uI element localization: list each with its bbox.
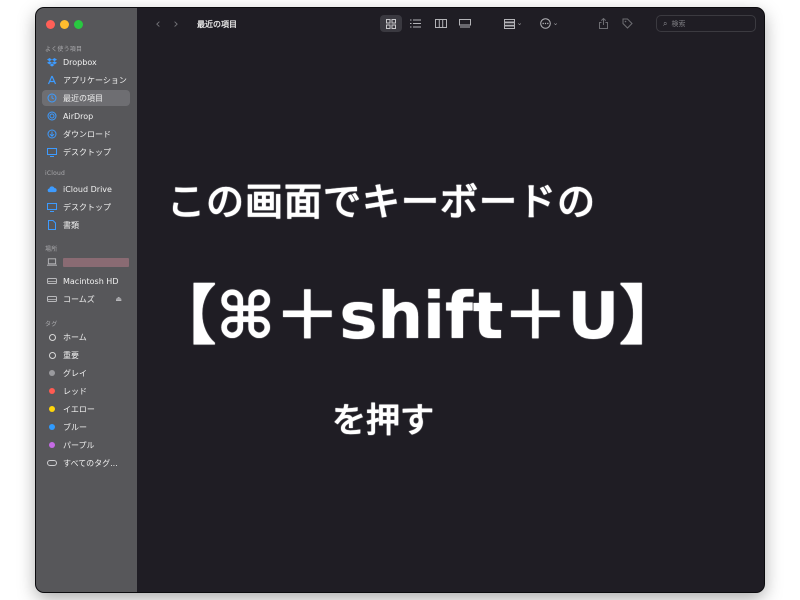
icon-view-button[interactable] xyxy=(380,15,402,32)
tag-yellow-icon xyxy=(47,404,57,414)
sidebar-item-label: パープル xyxy=(63,440,95,450)
clock-icon xyxy=(47,93,57,103)
tag-gray-icon xyxy=(47,368,57,378)
laptop-icon xyxy=(47,257,57,267)
window-title: 最近の項目 xyxy=(197,19,237,29)
group-button[interactable]: ⌄ xyxy=(502,15,524,32)
share-icon[interactable] xyxy=(592,15,614,32)
column-view-button[interactable] xyxy=(430,15,452,32)
search-icon: ⌕ xyxy=(663,18,668,28)
cloud-icon xyxy=(47,184,57,194)
minimize-button[interactable] xyxy=(60,20,69,29)
zoom-button[interactable] xyxy=(74,20,83,29)
tag-icon[interactable] xyxy=(616,15,638,32)
sidebar-item-label: イエロー xyxy=(63,404,95,414)
instruction-line-1: この画面でキーボードの xyxy=(167,180,597,224)
share-tag-group xyxy=(592,15,638,32)
airdrop-icon xyxy=(47,111,57,121)
finder-window: よく使う項目 Dropbox アプリケーション 最近の項目 AirDrop ダウ… xyxy=(36,8,764,592)
close-button[interactable] xyxy=(46,20,55,29)
sidebar-item-label: AirDrop xyxy=(63,111,94,121)
disk-icon xyxy=(47,276,57,286)
sidebar-item-all-tags[interactable]: すべてのタグ... xyxy=(42,455,130,471)
tag-purple-icon xyxy=(47,440,57,450)
sidebar-item-label: iCloud Drive xyxy=(63,184,112,194)
sidebar-item-tag-home[interactable]: ホーム xyxy=(42,329,130,345)
sidebar-section-icloud: iCloud xyxy=(45,170,66,177)
sidebar-item-label: 書類 xyxy=(63,220,79,230)
instruction-line-3: を押す xyxy=(332,401,434,441)
sidebar-item-tag-yellow[interactable]: イエロー xyxy=(42,401,130,417)
sidebar-item-dropbox[interactable]: Dropbox xyxy=(42,54,130,70)
tag-blue-icon xyxy=(47,422,57,432)
sidebar-item-label: デスクトップ xyxy=(63,147,111,157)
sidebar-section-favorites: よく使う項目 xyxy=(45,46,83,53)
download-icon xyxy=(47,129,57,139)
sidebar-item-icloud-drive[interactable]: iCloud Drive xyxy=(42,181,130,197)
content-area: この画面でキーボードの 【⌘＋shift＋U】 を押す xyxy=(137,40,764,592)
sidebar-item-computer[interactable] xyxy=(42,254,130,270)
sidebar-item-label: 最近の項目 xyxy=(63,93,103,103)
sidebar-item-label: コームズ xyxy=(63,294,95,304)
sidebar-item-macintosh-hd[interactable]: Macintosh HD xyxy=(42,273,130,289)
sidebar-item-tag-purple[interactable]: パープル xyxy=(42,437,130,453)
sidebar-item-recents[interactable]: 最近の項目 xyxy=(42,90,130,106)
sidebar-item-label: グレイ xyxy=(63,368,87,378)
sidebar-section-locations: 場所 xyxy=(45,246,58,253)
tag-empty-icon xyxy=(47,350,57,360)
dropbox-icon xyxy=(47,57,57,67)
forward-chevron-icon[interactable]: › xyxy=(169,18,183,31)
sidebar-item-label: デスクトップ xyxy=(63,202,111,212)
search-field[interactable]: ⌕ 検索 xyxy=(656,15,756,32)
sidebar-item-tag-gray[interactable]: グレイ xyxy=(42,365,130,381)
sidebar-section-tags: タグ xyxy=(45,321,58,328)
sidebar-item-label: ホーム xyxy=(63,332,87,342)
sidebar-item-label: Macintosh HD xyxy=(63,276,119,286)
sidebar-item-icloud-desktop[interactable]: デスクトップ xyxy=(42,199,130,215)
sidebar-item-desktop[interactable]: デスクトップ xyxy=(42,144,130,160)
sidebar-item-tag-important[interactable]: 重要 xyxy=(42,347,130,363)
chevron-down-icon: ⌄ xyxy=(516,19,523,27)
instruction-shortcut: 【⌘＋shift＋U】 xyxy=(152,280,684,354)
sidebar-item-label: ダウンロード xyxy=(63,129,111,139)
sidebar-item-label: ブルー xyxy=(63,422,87,432)
toolbar: ‹ › 最近の項目 ⌄ ⌄ ⌕ 検索 xyxy=(137,8,764,40)
desktop-icon xyxy=(47,147,57,157)
sidebar-item-downloads[interactable]: ダウンロード xyxy=(42,126,130,142)
network-disk-icon xyxy=(47,294,57,304)
gallery-view-button[interactable] xyxy=(454,15,476,32)
sidebar-item-label: Dropbox xyxy=(63,57,97,67)
search-placeholder: 検索 xyxy=(671,19,686,28)
back-chevron-icon[interactable]: ‹ xyxy=(151,18,165,31)
sidebar-item-applications[interactable]: アプリケーション xyxy=(42,72,130,88)
list-view-button[interactable] xyxy=(404,15,426,32)
sidebar-item-tag-red[interactable]: レッド xyxy=(42,383,130,399)
action-menu[interactable]: ⌄ xyxy=(538,15,560,32)
redacted-computer-name xyxy=(63,257,129,267)
sidebar-item-label: すべてのタグ... xyxy=(63,458,118,468)
sidebar-item-label: 重要 xyxy=(63,350,79,360)
tags-icon xyxy=(47,458,57,468)
sidebar-item-network-disk[interactable]: コームズ ⏏ xyxy=(42,291,130,307)
window-controls xyxy=(46,20,83,29)
sidebar-item-documents[interactable]: 書類 xyxy=(42,217,130,233)
document-icon xyxy=(47,220,57,230)
tag-red-icon xyxy=(47,386,57,396)
sidebar-item-label: レッド xyxy=(63,386,87,396)
view-switcher xyxy=(380,15,476,32)
group-menu[interactable]: ⌄ xyxy=(502,15,524,32)
chevron-down-icon: ⌄ xyxy=(552,19,559,27)
sidebar: よく使う項目 Dropbox アプリケーション 最近の項目 AirDrop ダウ… xyxy=(36,8,137,592)
applications-icon xyxy=(47,75,57,85)
sidebar-item-tag-blue[interactable]: ブルー xyxy=(42,419,130,435)
tag-empty-icon xyxy=(47,332,57,342)
desktop-icon xyxy=(47,202,57,212)
sidebar-item-airdrop[interactable]: AirDrop xyxy=(42,108,130,124)
eject-icon[interactable]: ⏏ xyxy=(115,295,122,303)
action-button[interactable]: ⌄ xyxy=(538,15,560,32)
sidebar-item-label: アプリケーション xyxy=(63,75,127,85)
